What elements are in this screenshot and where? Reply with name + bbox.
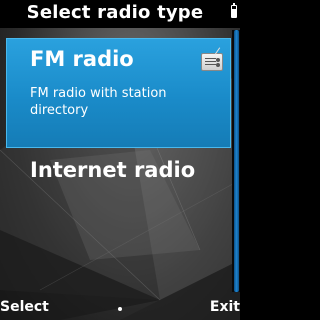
page-title: Select radio type — [26, 2, 204, 23]
list-item-description: FM radio with station directory — [30, 86, 167, 118]
softkey-bar: Select Exit — [0, 296, 240, 320]
list-item-fm-radio[interactable]: FM radio FM radio with station directory — [6, 38, 231, 148]
list-item-title: FM radio — [30, 47, 134, 71]
title-bar: Select radio type — [0, 0, 240, 28]
select-softkey[interactable]: Select — [0, 299, 49, 315]
scrollbar-thumb[interactable] — [234, 30, 239, 292]
radio-icon — [201, 53, 223, 71]
list-item-internet-radio[interactable]: Internet radio — [30, 158, 195, 182]
radio-type-screen: Select radio type FM radio FM radio with… — [0, 0, 240, 320]
middle-softkey-dot-icon[interactable] — [118, 307, 122, 311]
battery-icon — [231, 3, 237, 18]
exit-softkey[interactable]: Exit — [210, 299, 240, 315]
